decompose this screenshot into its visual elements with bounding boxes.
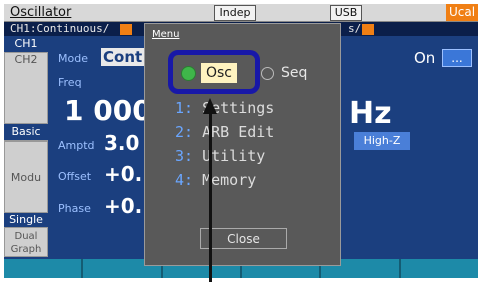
tab-dual-graph-label: Dual Graph — [10, 231, 42, 255]
indep-indicator: Indep — [214, 5, 256, 21]
menu-item-arb-edit[interactable]: 2: ARB Edit — [175, 123, 274, 141]
load-impedance[interactable]: High-Z — [354, 132, 410, 150]
phase-label: Phase — [58, 202, 91, 215]
amptd-value[interactable]: 3.0 — [104, 131, 139, 155]
menu-item-number: 4: — [175, 171, 194, 189]
tab-ch1[interactable]: CH1 — [4, 37, 48, 52]
menu-item-number: 1: — [175, 99, 194, 117]
function-key-1[interactable] — [4, 259, 84, 278]
tab-single[interactable]: Single — [4, 213, 48, 227]
ucal-indicator: Ucal — [446, 4, 478, 21]
more-button[interactable]: ... — [442, 49, 472, 67]
output-state: On — [414, 49, 436, 67]
title-bar: Oscillator Indep USB Ucal — [4, 4, 478, 22]
offset-value[interactable]: +0. — [104, 162, 142, 186]
status-right-text: s/ — [348, 22, 362, 35]
menu-item-number: 2: — [175, 123, 194, 141]
tab-dual-graph[interactable]: Dual Graph — [4, 227, 48, 257]
phase-value[interactable]: +0. — [104, 194, 142, 218]
menu-item-number: 3: — [175, 147, 194, 165]
tab-ch2[interactable]: CH2 — [4, 52, 48, 124]
mode-value[interactable]: Cont — [101, 48, 147, 66]
menu-title: Menu — [152, 29, 180, 40]
offset-label: Offset — [58, 170, 92, 183]
seq-option[interactable]: Seq — [281, 65, 307, 81]
menu-item-settings[interactable]: 1: Settings — [175, 99, 274, 117]
menu-item-memory[interactable]: 4: Memory — [175, 171, 256, 189]
tab-basic[interactable]: Basic — [4, 125, 48, 141]
mode-label: Mode — [58, 52, 88, 65]
osc-highlight-box — [168, 50, 260, 94]
seq-radio-icon[interactable] — [261, 67, 274, 80]
pointer-arrow-shaft — [209, 112, 212, 282]
close-button[interactable]: Close — [200, 228, 287, 249]
amptd-label: Amptd — [58, 139, 95, 152]
tab-modu[interactable]: Modu — [4, 141, 48, 213]
function-key-6[interactable] — [400, 259, 478, 278]
app-title: Oscillator — [10, 5, 72, 20]
status-marker-right — [362, 24, 374, 35]
menu-item-label: ARB Edit — [202, 123, 275, 141]
freq-unit: Hz — [349, 96, 392, 131]
freq-label: Freq — [58, 76, 82, 89]
menu-item-utility[interactable]: 3: Utility — [175, 147, 265, 165]
freq-value[interactable]: 1 000 — [64, 94, 152, 127]
status-marker — [120, 24, 132, 35]
status-channel-text: CH1:Continuous/ — [10, 22, 110, 35]
usb-indicator: USB — [330, 5, 362, 21]
